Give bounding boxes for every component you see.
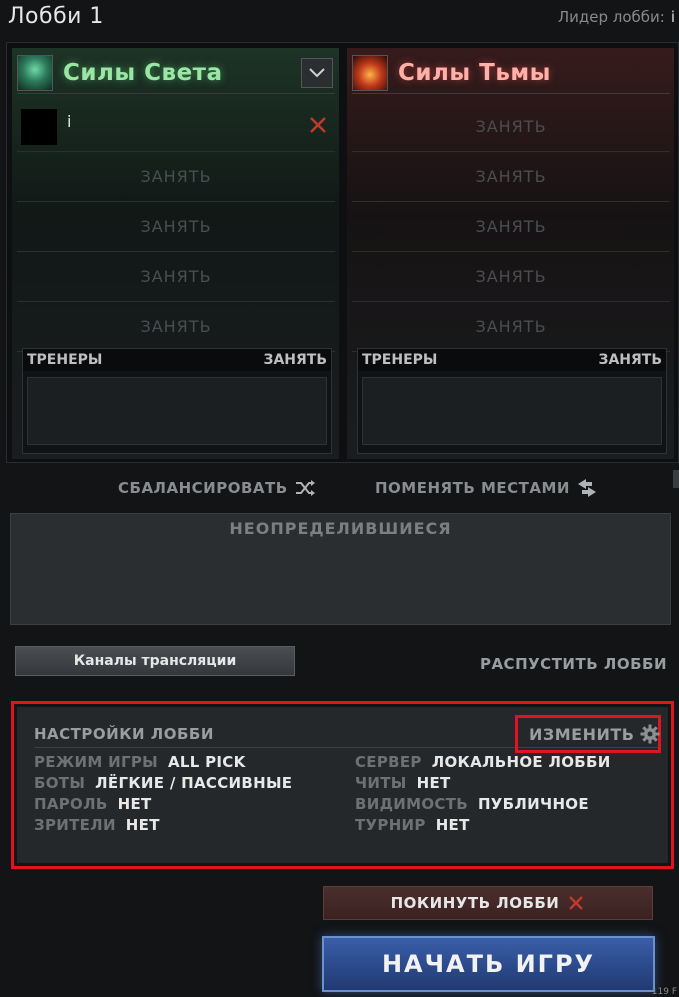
empty-slot[interactable]: ЗАНЯТЬ: [352, 202, 670, 252]
setting-spectators: ЗРИТЕЛИ НЕТ: [34, 816, 160, 834]
setting-value: НЕТ: [125, 816, 160, 834]
setting-password: ПАРОЛЬ НЕТ: [34, 795, 152, 813]
coaches-join-button[interactable]: ЗАНЯТЬ: [599, 352, 663, 368]
coaches-label: ТРЕНЕРЫ: [362, 352, 438, 368]
unassigned-title: НЕОПРЕДЕЛИВШИЕСЯ: [229, 519, 452, 538]
player-name: i: [67, 112, 73, 131]
avatar: [21, 108, 57, 145]
edit-settings-button[interactable]: ИЗМЕНИТЬ: [529, 724, 660, 744]
setting-key: ВИДИМОСТЬ: [355, 795, 468, 813]
shuffle-icon: [295, 480, 315, 496]
setting-value: НЕТ: [416, 774, 451, 792]
close-icon[interactable]: [307, 114, 329, 136]
disband-lobby-button[interactable]: РАСПУСТИТЬ ЛОББИ: [480, 655, 667, 673]
setting-key: ТУРНИР: [355, 816, 426, 834]
player-slot[interactable]: i: [17, 102, 335, 152]
radiant-emblem-icon: [17, 54, 53, 91]
setting-game-mode: РЕЖИМ ИГРЫ ALL PICK: [34, 753, 246, 771]
empty-slot[interactable]: ЗАНЯТЬ: [352, 302, 670, 352]
radiant-team-name: Силы Света: [63, 59, 223, 86]
setting-bots: БОТЫ ЛЁГКИЕ / ПАССИВНЫЕ: [34, 774, 292, 792]
coaches-header: ТРЕНЕРЫ ЗАНЯТЬ: [23, 349, 331, 371]
swap-arrows-icon: [577, 479, 596, 497]
empty-slot[interactable]: ЗАНЯТЬ: [352, 252, 670, 302]
empty-slot[interactable]: ЗАНЯТЬ: [352, 152, 670, 202]
swap-teams-button[interactable]: ПОМЕНЯТЬ МЕСТАМИ: [375, 478, 598, 498]
coaches-join-button[interactable]: ЗАНЯТЬ: [264, 352, 328, 368]
setting-server: СЕРВЕР ЛОКАЛЬНОЕ ЛОББИ: [355, 753, 611, 771]
dire-slots: ЗАНЯТЬ ЗАНЯТЬ ЗАНЯТЬ ЗАНЯТЬ ЗАНЯТЬ: [352, 102, 670, 352]
setting-visibility: ВИДИМОСТЬ ПУБЛИЧНОЕ: [355, 795, 589, 813]
scroll-handle[interactable]: [673, 470, 679, 488]
empty-slot[interactable]: ЗАНЯТЬ: [17, 252, 335, 302]
setting-key: ЗРИТЕЛИ: [34, 816, 116, 834]
dire-header: Силы Тьмы: [352, 52, 670, 94]
settings-title: НАСТРОЙКИ ЛОББИ: [34, 725, 214, 743]
empty-slot[interactable]: ЗАНЯТЬ: [352, 102, 670, 152]
setting-key: РЕЖИМ ИГРЫ: [34, 753, 158, 771]
setting-key: ПАРОЛЬ: [34, 795, 108, 813]
radiant-slots: i ЗАНЯТЬ ЗАНЯТЬ ЗАНЯТЬ ЗАНЯТЬ: [17, 102, 335, 352]
gear-icon: [640, 724, 659, 744]
setting-key: СЕРВЕР: [355, 753, 422, 771]
dire-emblem-icon: [352, 54, 388, 91]
close-icon: [569, 896, 584, 910]
radiant-header: Силы Света: [17, 52, 335, 94]
start-game-button[interactable]: НАЧАТЬ ИГРУ: [322, 936, 655, 992]
setting-value: ЛОКАЛЬНОЕ ЛОББИ: [431, 753, 611, 771]
balance-label: СБАЛАНСИРОВАТЬ: [118, 479, 288, 497]
setting-value: НЕТ: [435, 816, 470, 834]
lobby-leader-label: Лидер лобби:: [557, 8, 665, 26]
radiant-coaches: ТРЕНЕРЫ ЗАНЯТЬ: [22, 348, 332, 454]
teams-panel: Силы Света i ЗАНЯТЬ ЗАНЯТЬ ЗАНЯТЬ ЗАНЯТЬ…: [6, 42, 679, 463]
broadcast-channels-button[interactable]: Каналы трансляции: [15, 646, 295, 676]
coaches-header: ТРЕНЕРЫ ЗАНЯТЬ: [358, 349, 666, 371]
setting-value: ЛЁГКИЕ / ПАССИВНЫЕ: [95, 774, 293, 792]
setting-key: ЧИТЫ: [355, 774, 407, 792]
chevron-down-icon: [309, 68, 325, 78]
setting-cheats: ЧИТЫ НЕТ: [355, 774, 451, 792]
radiant-team: Силы Света i ЗАНЯТЬ ЗАНЯТЬ ЗАНЯТЬ ЗАНЯТЬ…: [12, 48, 339, 459]
coaches-slot: [362, 377, 662, 445]
leave-lobby-button[interactable]: ПОКИНУТЬ ЛОББИ: [323, 886, 653, 920]
balance-button[interactable]: СБАЛАНСИРОВАТЬ: [118, 478, 316, 498]
leave-label: ПОКИНУТЬ ЛОББИ: [390, 894, 560, 912]
setting-value: ALL PICK: [167, 753, 246, 771]
dire-coaches: ТРЕНЕРЫ ЗАНЯТЬ: [357, 348, 667, 454]
setting-value: ПУБЛИЧНОЕ: [477, 795, 589, 813]
setting-tournament: ТУРНИР НЕТ: [355, 816, 470, 834]
coaches-label: ТРЕНЕРЫ: [27, 352, 103, 368]
dire-team: Силы Тьмы ЗАНЯТЬ ЗАНЯТЬ ЗАНЯТЬ ЗАНЯТЬ ЗА…: [347, 48, 674, 459]
empty-slot[interactable]: ЗАНЯТЬ: [17, 302, 335, 352]
lobby-title: Лобби 1: [8, 4, 104, 29]
swap-label: ПОМЕНЯТЬ МЕСТАМИ: [375, 479, 570, 497]
setting-value: НЕТ: [117, 795, 152, 813]
empty-slot[interactable]: ЗАНЯТЬ: [17, 202, 335, 252]
coaches-slot: [27, 377, 327, 445]
dire-team-name: Силы Тьмы: [398, 59, 551, 86]
unassigned-players-panel: НЕОПРЕДЕЛИВШИЕСЯ: [10, 513, 671, 625]
team-dropdown-button[interactable]: [301, 58, 333, 88]
lobby-leader: Лидер лобби: i: [558, 8, 675, 26]
corner-indicator: 119 F: [651, 987, 677, 997]
edit-label: ИЗМЕНИТЬ: [529, 724, 635, 744]
empty-slot[interactable]: ЗАНЯТЬ: [17, 152, 335, 202]
setting-key: БОТЫ: [34, 774, 86, 792]
lobby-leader-value: i: [670, 8, 675, 26]
